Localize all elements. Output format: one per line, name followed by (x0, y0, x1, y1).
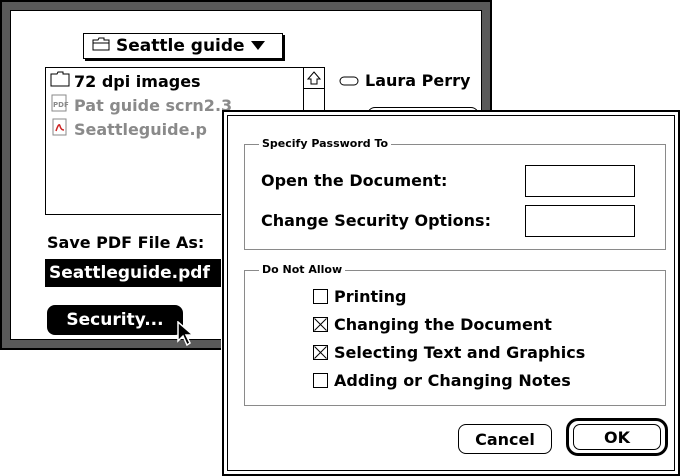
folder-popup-menu[interactable]: Seattle guide (83, 33, 283, 59)
changing-document-checkbox[interactable] (313, 317, 328, 332)
filename-value: Seattleguide.pdf (49, 263, 210, 283)
folder-icon (92, 36, 110, 56)
ok-button[interactable]: OK (573, 424, 661, 450)
save-as-label: Save PDF File As: (47, 233, 205, 252)
filename-field[interactable]: Seattleguide.pdf (45, 259, 245, 287)
acrobat-file-icon (50, 118, 70, 140)
file-name: 72 dpi images (74, 71, 201, 91)
password-group: Specify Password To Open the Document: C… (244, 137, 666, 250)
security-dialog: Specify Password To Open the Document: C… (222, 110, 680, 476)
file-name: Seattleguide.p (74, 119, 207, 139)
triangle-down-icon (250, 36, 265, 56)
folder-icon (50, 71, 70, 91)
arrow-cursor-icon (177, 320, 197, 351)
change-security-password-input[interactable] (525, 205, 635, 237)
adding-notes-checkbox-row[interactable]: Adding or Changing Notes (313, 371, 571, 390)
adding-notes-checkbox[interactable] (313, 373, 328, 388)
list-item[interactable]: 72 dpi images (50, 70, 201, 92)
open-document-label: Open the Document: (261, 171, 448, 190)
open-password-input[interactable] (525, 165, 635, 197)
changing-document-checkbox-row[interactable]: Changing the Document (313, 315, 552, 334)
svg-text:PDF: PDF (53, 101, 69, 109)
pdf-file-icon: PDF (50, 94, 70, 116)
change-security-label: Change Security Options: (261, 211, 491, 230)
scroll-up-arrow-icon[interactable] (304, 68, 324, 89)
file-name: Pat guide scrn2.3 (74, 95, 233, 115)
list-item: Seattleguide.p (50, 118, 207, 140)
list-item: PDF Pat guide scrn2.3 (50, 94, 232, 116)
drive-icon (339, 71, 359, 90)
password-group-legend: Specify Password To (259, 137, 392, 150)
cancel-button[interactable]: Cancel (458, 424, 552, 454)
selecting-text-checkbox[interactable] (313, 345, 328, 360)
disk-name-label: Laura Perry (365, 71, 471, 90)
changing-document-label: Changing the Document (334, 315, 552, 334)
default-button-ring: OK (566, 418, 668, 456)
selecting-text-checkbox-row[interactable]: Selecting Text and Graphics (313, 343, 585, 362)
folder-popup-label: Seattle guide (116, 36, 245, 56)
disk-name: Laura Perry (339, 71, 470, 90)
security-button[interactable]: Security... (47, 305, 183, 335)
do-not-allow-group: Do Not Allow Printing Changing the Docum… (244, 263, 666, 406)
printing-label: Printing (334, 287, 407, 306)
selecting-text-label: Selecting Text and Graphics (334, 343, 586, 362)
adding-notes-label: Adding or Changing Notes (334, 371, 571, 390)
printing-checkbox-row[interactable]: Printing (313, 287, 406, 306)
printing-checkbox[interactable] (313, 289, 328, 304)
do-not-allow-legend: Do Not Allow (259, 263, 346, 276)
